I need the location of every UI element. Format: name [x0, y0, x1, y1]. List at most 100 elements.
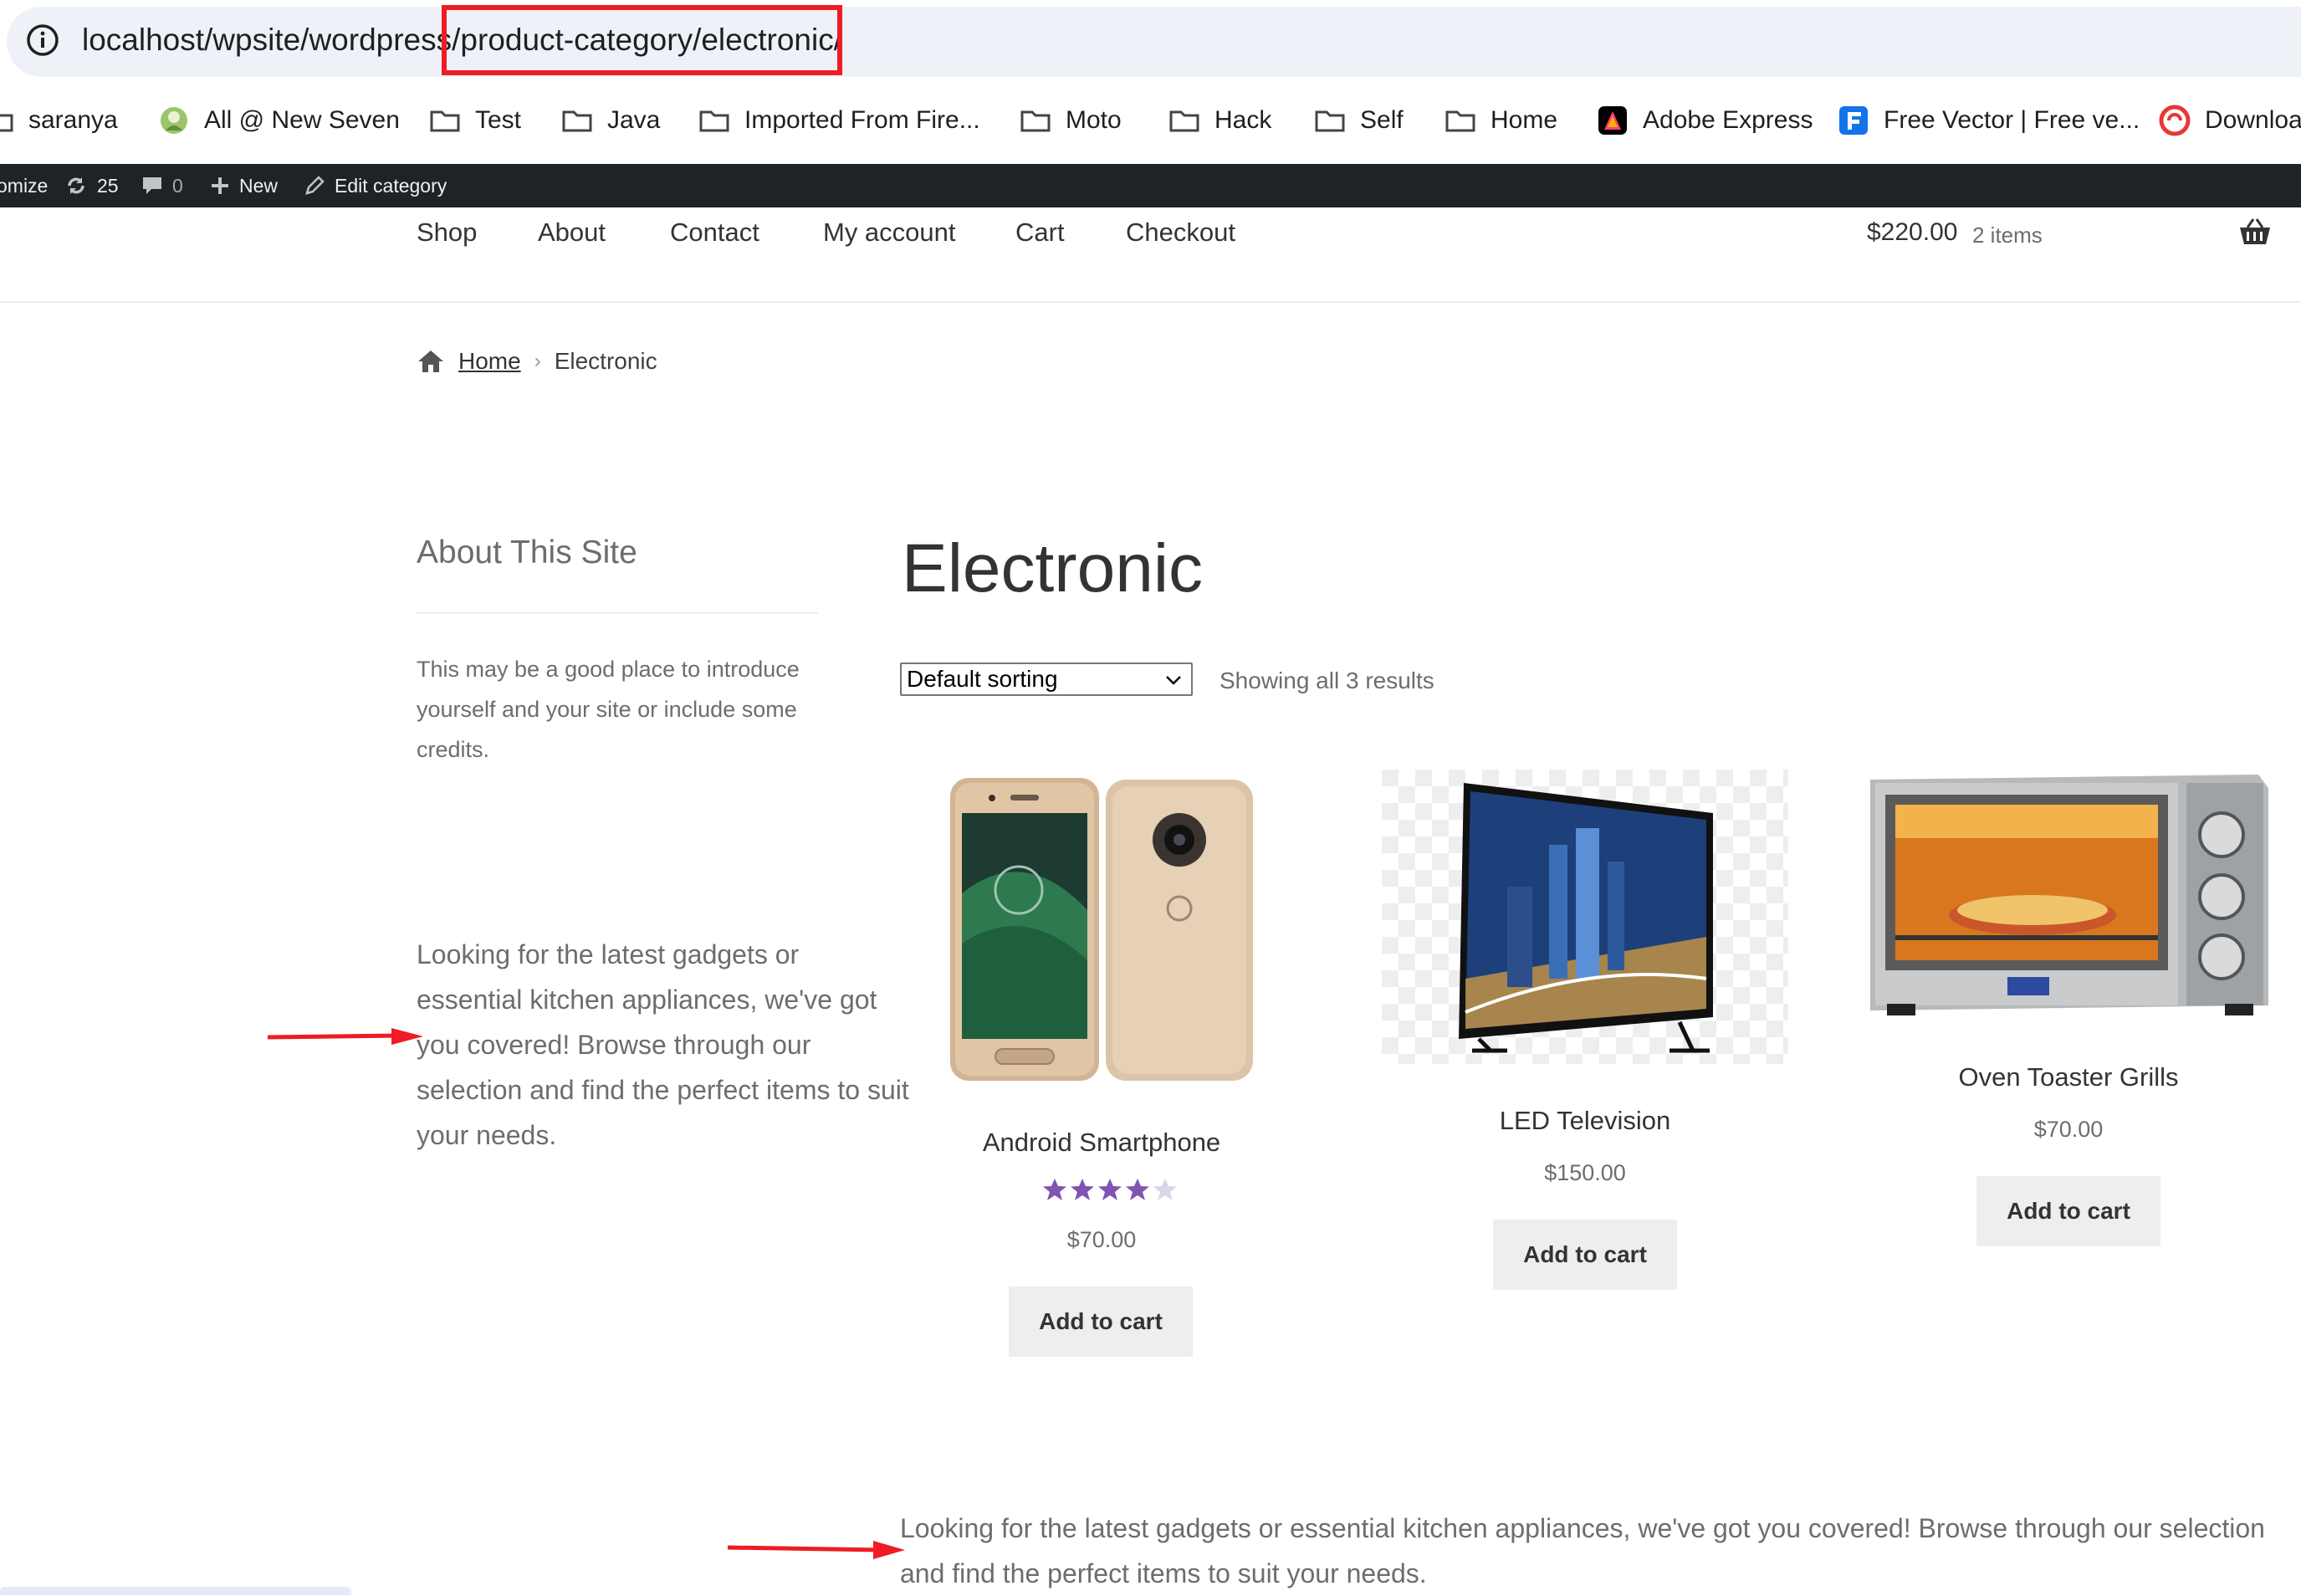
nav-my-account[interactable]: My account [823, 212, 956, 253]
breadcrumb: Home › Electronic [417, 343, 657, 380]
folder-icon [430, 110, 460, 132]
bookmark-label: Imported From Fire... [744, 106, 980, 134]
refresh-icon [68, 177, 84, 194]
annotation-arrow-icon [727, 1541, 905, 1559]
comment-icon [143, 177, 161, 194]
admin-edit-category[interactable]: Edit category [303, 164, 447, 207]
pencil-icon [305, 176, 325, 195]
comments-count: 0 [172, 174, 183, 197]
bookmark-moto[interactable]: Moto [1019, 77, 1122, 164]
nav-cart[interactable]: Cart [1015, 212, 1065, 253]
admin-new[interactable]: New [209, 164, 278, 207]
bookmark-home[interactable]: Home [1444, 77, 1557, 164]
adobe-express-icon [1598, 106, 1627, 135]
folder-icon [562, 110, 592, 132]
site-header: Shop About Contact My account Cart Check… [0, 207, 2301, 303]
sort-dropdown[interactable]: Default sorting [900, 662, 1193, 696]
bookmark-label: Hack [1214, 106, 1272, 134]
bookmark-test[interactable]: Test [428, 77, 521, 164]
bookmark-label: Adobe Express [1643, 106, 1813, 134]
bookmark-label: All @ New Seven [204, 106, 400, 134]
breadcrumb-current: Electronic [554, 348, 657, 374]
bookmark-label: Downloa [2205, 106, 2301, 134]
bookmark-self[interactable]: Self [1313, 77, 1404, 164]
admin-updates[interactable]: 25 [64, 164, 119, 207]
bookmark-hack[interactable]: Hack [1168, 77, 1271, 164]
nav-about[interactable]: About [538, 212, 606, 253]
breadcrumb-separator: › [534, 350, 541, 372]
updates-count: 25 [97, 174, 119, 197]
product-price: $70.00 [1066, 1227, 1137, 1252]
add-to-cart-button[interactable]: Add to cart [1976, 1176, 2160, 1246]
folder-icon [1020, 110, 1051, 132]
product-price: $70.00 [2033, 1117, 2104, 1142]
bookmark-label: Moto [1066, 106, 1122, 134]
sidebar-category-description: Looking for the latest gadgets or essent… [417, 939, 909, 1150]
folder-icon [699, 110, 729, 132]
bookmark-adobe-express[interactable]: Adobe Express [1596, 77, 1813, 164]
star-filled-icon [1126, 1179, 1149, 1200]
star-empty-icon [1153, 1179, 1177, 1200]
bookmark-imported[interactable]: Imported From Fire... [698, 77, 980, 164]
folder-icon [1445, 110, 1475, 132]
product-price: $150.00 [1544, 1160, 1626, 1185]
product-name-led-television[interactable]: LED Television [1464, 1102, 1706, 1139]
admin-new-label: New [239, 174, 279, 197]
sidebar-widget-title: About This Site [417, 535, 637, 570]
bookmark-freepik[interactable]: Free Vector | Free ve... [1837, 77, 2140, 164]
page-title: Electronic [902, 530, 1204, 606]
star-filled-icon [1098, 1179, 1122, 1200]
bookmark-label: Java [607, 106, 661, 134]
admin-customize[interactable]: omize [0, 164, 48, 207]
site-favicon [161, 107, 187, 134]
header-cart-count[interactable]: 2 items [1972, 216, 2043, 254]
admin-comments[interactable]: 0 [141, 164, 183, 207]
product-name-android-smartphone[interactable]: Android Smartphone [980, 1124, 1223, 1161]
result-count: Showing all 3 results [1220, 668, 1434, 693]
add-to-cart-button[interactable]: Add to cart [1009, 1287, 1193, 1357]
android-smartphone-image[interactable] [945, 776, 1256, 1084]
led-television-image[interactable] [1382, 770, 1788, 1064]
nav-checkout[interactable]: Checkout [1126, 212, 1235, 253]
basket-icon[interactable] [2238, 217, 2272, 248]
sort-selected-value: Default sorting [907, 666, 1058, 692]
star-filled-icon [1043, 1179, 1066, 1200]
plus-icon [212, 177, 228, 194]
wp-admin-bar: omize 25 0 New Edit category [0, 164, 2301, 207]
bookmark-download[interactable]: Downloa [2158, 77, 2301, 164]
oven-toaster-grills-image[interactable] [1865, 771, 2272, 1021]
admin-customize-label: omize [0, 174, 49, 197]
bookmark-label: Home [1491, 106, 1558, 134]
header-cart-total[interactable]: $220.00 [1867, 212, 1957, 253]
sidebar-divider [417, 612, 818, 614]
bookmarks-bar: saranya All @ New Seven Test Java Import… [0, 77, 2301, 164]
star-filled-icon [1071, 1179, 1094, 1200]
folder-icon [0, 114, 13, 132]
folder-icon [1169, 110, 1199, 132]
annotation-arrow-icon [267, 1028, 423, 1045]
bookmark-new-seven[interactable]: All @ New Seven [157, 77, 400, 164]
download-site-icon [2159, 105, 2191, 136]
browser-url-bar: localhost/wpsite/wordpress/product-categ… [0, 0, 2301, 77]
breadcrumb-home-link[interactable]: Home [458, 348, 521, 375]
nav-contact[interactable]: Contact [670, 212, 759, 253]
admin-edit-label: Edit category [335, 174, 447, 197]
bookmark-label: Test [475, 106, 522, 134]
bookmark-saranya[interactable]: saranya [0, 77, 118, 164]
category-description: Looking for the latest gadgets or essent… [900, 1513, 2265, 1588]
product-rating [1042, 1178, 1180, 1201]
chevron-down-icon [1166, 676, 1181, 685]
bookmark-label: saranya [28, 106, 118, 134]
freepik-icon [1839, 106, 1868, 135]
add-to-cart-button[interactable]: Add to cart [1493, 1220, 1677, 1290]
product-name-oven-toaster-grills[interactable]: Oven Toaster Grills [1947, 1059, 2190, 1096]
download-bar-edge [0, 1587, 351, 1595]
nav-shop[interactable]: Shop [417, 212, 477, 253]
bookmark-java[interactable]: Java [560, 77, 660, 164]
bookmark-label: Self [1360, 106, 1404, 134]
sidebar-widget-text: This may be a good place to introduce yo… [417, 657, 800, 762]
site-info-icon[interactable] [25, 23, 60, 58]
folder-icon [1315, 110, 1345, 132]
home-icon [418, 350, 443, 372]
url-highlight-box [442, 5, 842, 75]
